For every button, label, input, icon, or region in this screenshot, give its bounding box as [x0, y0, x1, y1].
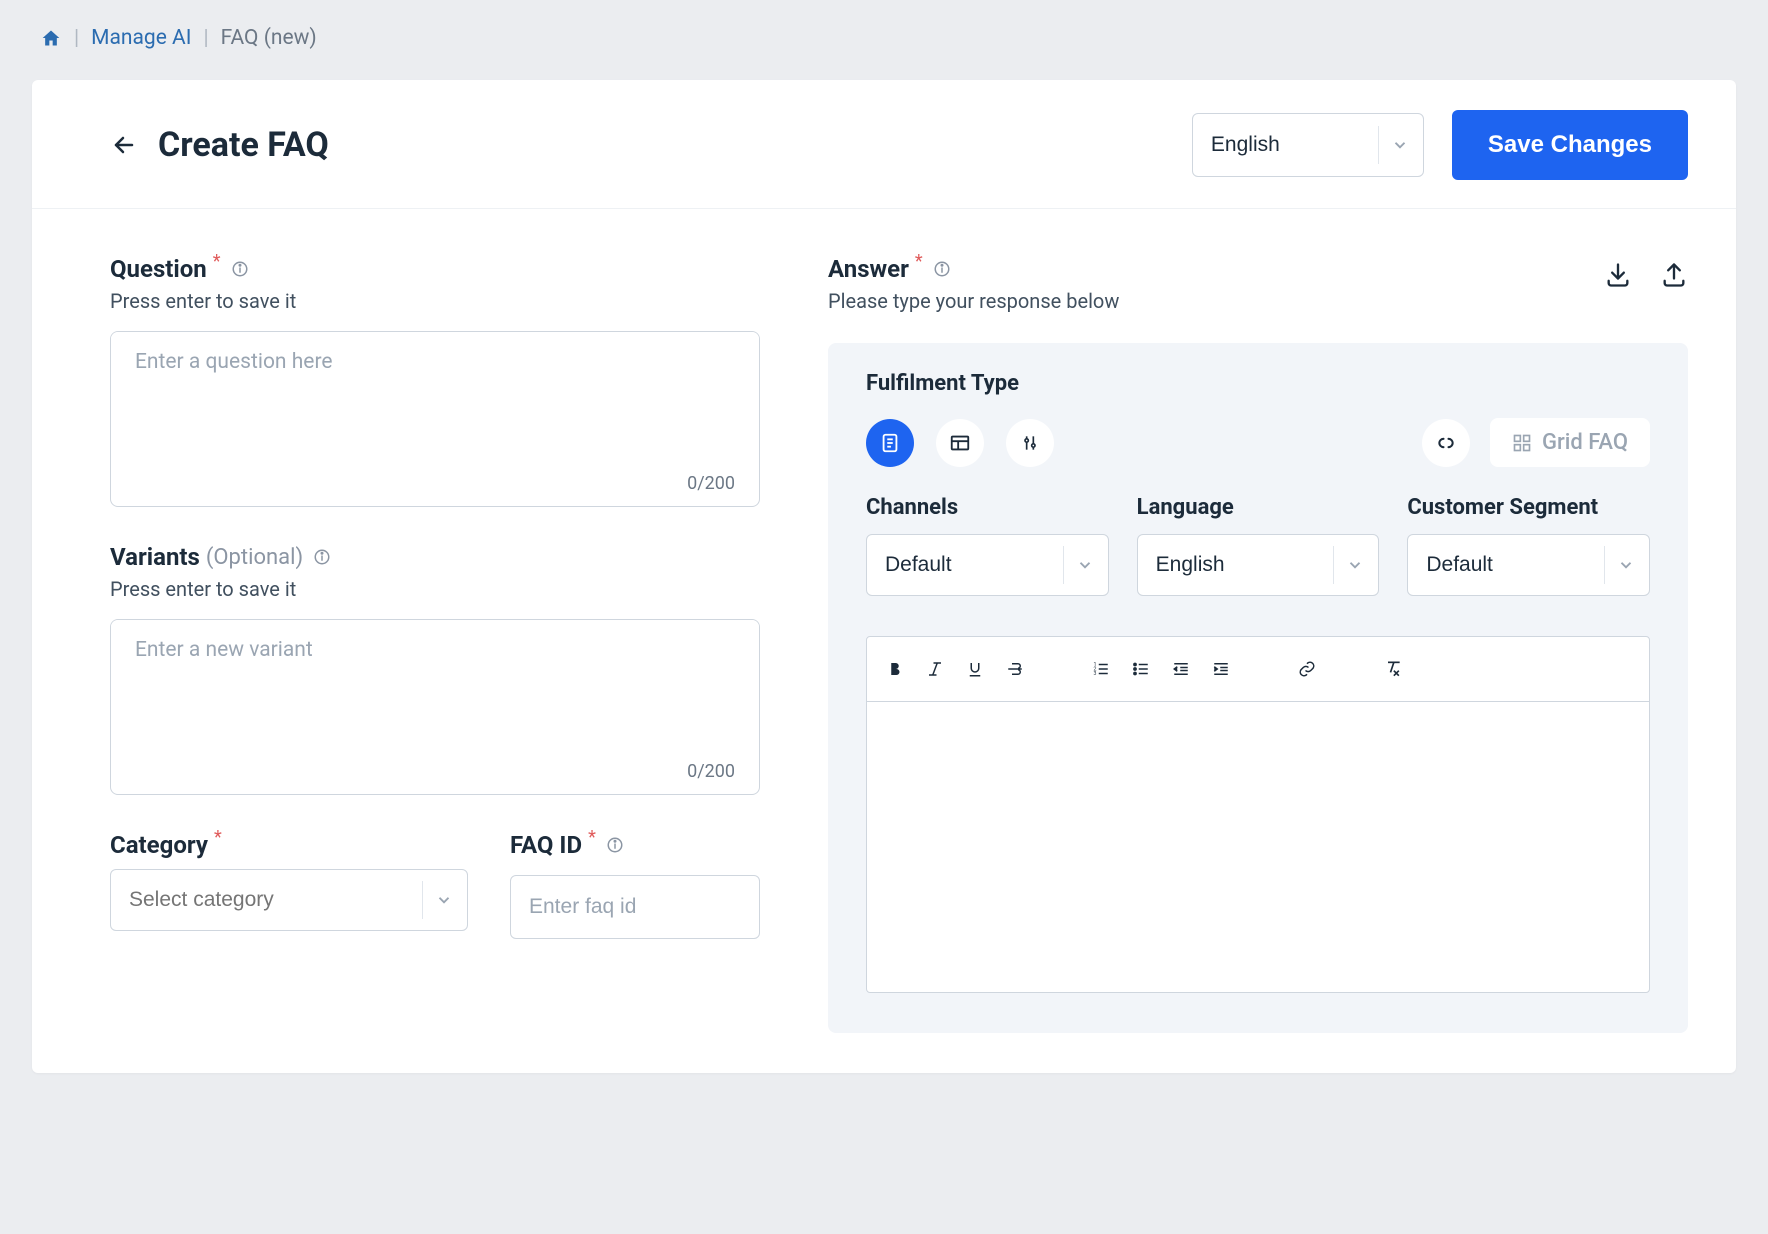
- link-tool-icon[interactable]: [1287, 651, 1327, 687]
- chevron-down-icon: [1385, 136, 1423, 154]
- chevron-down-icon: [1070, 556, 1108, 574]
- underline-icon[interactable]: [955, 651, 995, 687]
- answer-sublabel: Please type your response below: [828, 289, 1119, 313]
- category-select[interactable]: [110, 869, 468, 931]
- breadcrumb-current: FAQ (new): [221, 26, 317, 50]
- strikethrough-icon[interactable]: [995, 651, 1035, 687]
- info-icon[interactable]: [606, 836, 624, 854]
- fulfilment-label: Fulfilment Type: [866, 371, 1650, 396]
- faqid-input[interactable]: [510, 875, 760, 939]
- channels-label: Channels: [866, 495, 1109, 520]
- variants-input-wrap: 0/200: [110, 619, 760, 795]
- answer-panel: Fulfilment Type: [828, 343, 1688, 1033]
- save-button[interactable]: Save Changes: [1452, 110, 1688, 180]
- bullet-list-icon[interactable]: [1121, 651, 1161, 687]
- required-asterisk: *: [214, 827, 222, 848]
- info-icon[interactable]: [933, 260, 951, 278]
- back-arrow-icon[interactable]: [110, 133, 138, 157]
- answer-language-select-value[interactable]: [1138, 553, 1334, 577]
- editor-body[interactable]: [867, 702, 1649, 992]
- breadcrumb-sep: |: [74, 26, 79, 50]
- upload-icon[interactable]: [1660, 261, 1688, 289]
- category-label: Category: [110, 831, 208, 859]
- home-icon[interactable]: [40, 28, 62, 48]
- grid-faq-label: Grid FAQ: [1542, 430, 1628, 455]
- variants-label: Variants: [110, 543, 200, 571]
- question-sublabel: Press enter to save it: [110, 289, 760, 313]
- chevron-down-icon: [1611, 556, 1649, 574]
- language-select[interactable]: [1192, 113, 1424, 177]
- answer-label: Answer: [828, 255, 909, 283]
- channels-select-value[interactable]: [867, 553, 1063, 577]
- italic-icon[interactable]: [915, 651, 955, 687]
- link-icon[interactable]: [1422, 419, 1470, 467]
- breadcrumb: | Manage AI | FAQ (new): [0, 0, 1768, 80]
- clear-format-icon[interactable]: [1373, 651, 1413, 687]
- fulfilment-text-icon[interactable]: [866, 419, 914, 467]
- page-title: Create FAQ: [158, 125, 329, 165]
- variants-sublabel: Press enter to save it: [110, 577, 760, 601]
- chevron-down-icon: [429, 891, 467, 909]
- breadcrumb-sep: |: [203, 26, 208, 50]
- main-card: Create FAQ Save Changes Question * Pres: [32, 80, 1736, 1073]
- segment-select-value[interactable]: [1408, 553, 1604, 577]
- ordered-list-icon[interactable]: 123: [1081, 651, 1121, 687]
- svg-text:3: 3: [1094, 671, 1097, 677]
- editor-toolbar: 123: [867, 637, 1649, 702]
- segment-select[interactable]: [1407, 534, 1650, 596]
- download-icon[interactable]: [1604, 261, 1632, 289]
- question-label: Question: [110, 255, 207, 283]
- fulfilment-settings-icon[interactable]: [1006, 419, 1054, 467]
- answer-language-select[interactable]: [1137, 534, 1380, 596]
- variants-optional: (Optional): [206, 545, 303, 570]
- fulfilment-table-icon[interactable]: [936, 419, 984, 467]
- grid-faq-button[interactable]: Grid FAQ: [1490, 418, 1650, 467]
- category-select-value[interactable]: [111, 888, 422, 912]
- variants-input[interactable]: [111, 620, 759, 761]
- outdent-icon[interactable]: [1161, 651, 1201, 687]
- required-asterisk: *: [213, 251, 221, 272]
- breadcrumb-manage[interactable]: Manage AI: [91, 26, 191, 50]
- required-asterisk: *: [915, 251, 923, 272]
- chevron-down-icon: [1340, 556, 1378, 574]
- indent-icon[interactable]: [1201, 651, 1241, 687]
- segment-label: Customer Segment: [1407, 495, 1650, 520]
- language-select-value[interactable]: [1193, 133, 1378, 157]
- question-input-wrap: 0/200: [110, 331, 760, 507]
- page-header: Create FAQ Save Changes: [32, 80, 1736, 209]
- bold-icon[interactable]: [875, 651, 915, 687]
- info-icon[interactable]: [313, 548, 331, 566]
- variants-counter: 0/200: [111, 761, 759, 794]
- rich-text-editor: 123: [866, 636, 1650, 993]
- question-input[interactable]: [111, 332, 759, 473]
- question-counter: 0/200: [111, 473, 759, 506]
- info-icon[interactable]: [231, 260, 249, 278]
- channels-select[interactable]: [866, 534, 1109, 596]
- faqid-label: FAQ ID: [510, 831, 582, 859]
- required-asterisk: *: [588, 827, 596, 848]
- answer-language-label: Language: [1137, 495, 1380, 520]
